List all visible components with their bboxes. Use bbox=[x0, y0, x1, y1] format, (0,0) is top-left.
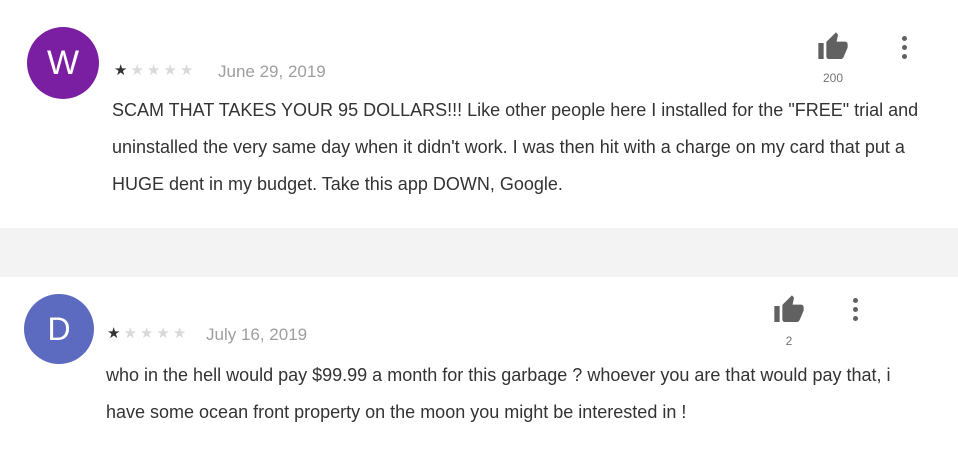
avatar: D bbox=[24, 294, 94, 364]
star-icon: ★ bbox=[130, 62, 144, 79]
avatar: W bbox=[27, 27, 99, 99]
review-card: D ★ ★ ★ ★ ★ July 16, 2019 who in the hel… bbox=[0, 277, 958, 470]
review-text: who in the hell would pay $99.99 a month… bbox=[106, 365, 891, 422]
more-vert-icon[interactable] bbox=[899, 36, 909, 63]
thumbs-up-icon[interactable] bbox=[771, 294, 807, 331]
helpful-count: 200 bbox=[822, 71, 844, 85]
review-text: SCAM THAT TAKES YOUR 95 DOLLARS!!! Like … bbox=[112, 100, 919, 194]
review-date: July 16, 2019 bbox=[206, 325, 308, 344]
star-icon: ★ bbox=[107, 325, 121, 342]
star-icon: ★ bbox=[172, 325, 187, 342]
more-vert-icon[interactable] bbox=[850, 298, 860, 325]
review-date: June 29, 2019 bbox=[218, 62, 326, 81]
review-separator bbox=[0, 228, 958, 277]
star-icon: ★ bbox=[139, 325, 154, 342]
star-icon: ★ bbox=[156, 325, 170, 342]
review-card: W ★ ★ ★ ★ ★ June 29, 2019 SCAM THAT TAKE… bbox=[0, 0, 958, 228]
star-icon: ★ bbox=[123, 325, 137, 342]
star-icon: ★ bbox=[163, 62, 177, 79]
star-icon: ★ bbox=[114, 62, 128, 79]
star-rating: ★ ★ ★ ★ ★ bbox=[114, 63, 196, 78]
star-icon: ★ bbox=[179, 62, 194, 79]
star-rating: ★ ★ ★ ★ ★ bbox=[107, 326, 189, 341]
thumbs-up-icon[interactable] bbox=[815, 31, 851, 68]
helpful-count: 2 bbox=[785, 334, 793, 348]
star-icon: ★ bbox=[146, 62, 161, 79]
